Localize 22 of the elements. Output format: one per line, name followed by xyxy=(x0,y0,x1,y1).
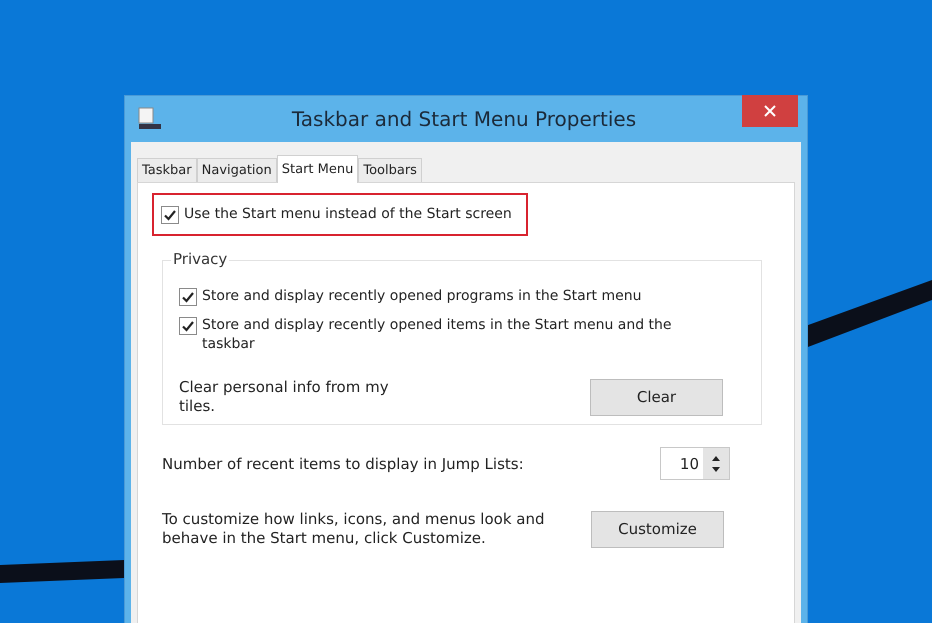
description-text: Clear personal info from my tiles. xyxy=(179,378,390,416)
number-spinner[interactable]: 10 xyxy=(660,447,730,480)
setting-label: Number of recent items to display in Jump Lists: xyxy=(162,454,524,472)
clear-button[interactable]: Clear xyxy=(590,378,723,416)
window-title: Taskbar and Start Menu Properties xyxy=(290,107,638,131)
tab[interactable]: Start Menu xyxy=(276,155,358,183)
spinner-arrows-icon[interactable] xyxy=(703,448,729,479)
checkbox[interactable] xyxy=(179,288,197,306)
tab[interactable]: Navigation xyxy=(196,158,277,182)
close-icon xyxy=(764,105,776,117)
close-button[interactable] xyxy=(742,95,798,127)
group-title: Privacy xyxy=(171,250,230,268)
tab[interactable]: Toolbars xyxy=(358,158,422,182)
description-text: To customize how links, icons, and menus look and behave in the Start menu, click Customize. xyxy=(162,510,546,548)
checkbox[interactable] xyxy=(179,317,197,335)
checkbox-label: Store and display recently opened programs in the Start menu xyxy=(202,287,642,306)
tab[interactable]: Taskbar xyxy=(137,158,197,182)
checkbox-label: Use the Start menu instead of the Start screen xyxy=(184,205,512,224)
checkbox-label: Store and display recently opened items in the Start menu and the taskbar xyxy=(202,316,673,354)
window-icon xyxy=(137,107,161,131)
checkbox[interactable] xyxy=(161,206,179,224)
customize-button[interactable]: Customize xyxy=(591,510,724,548)
